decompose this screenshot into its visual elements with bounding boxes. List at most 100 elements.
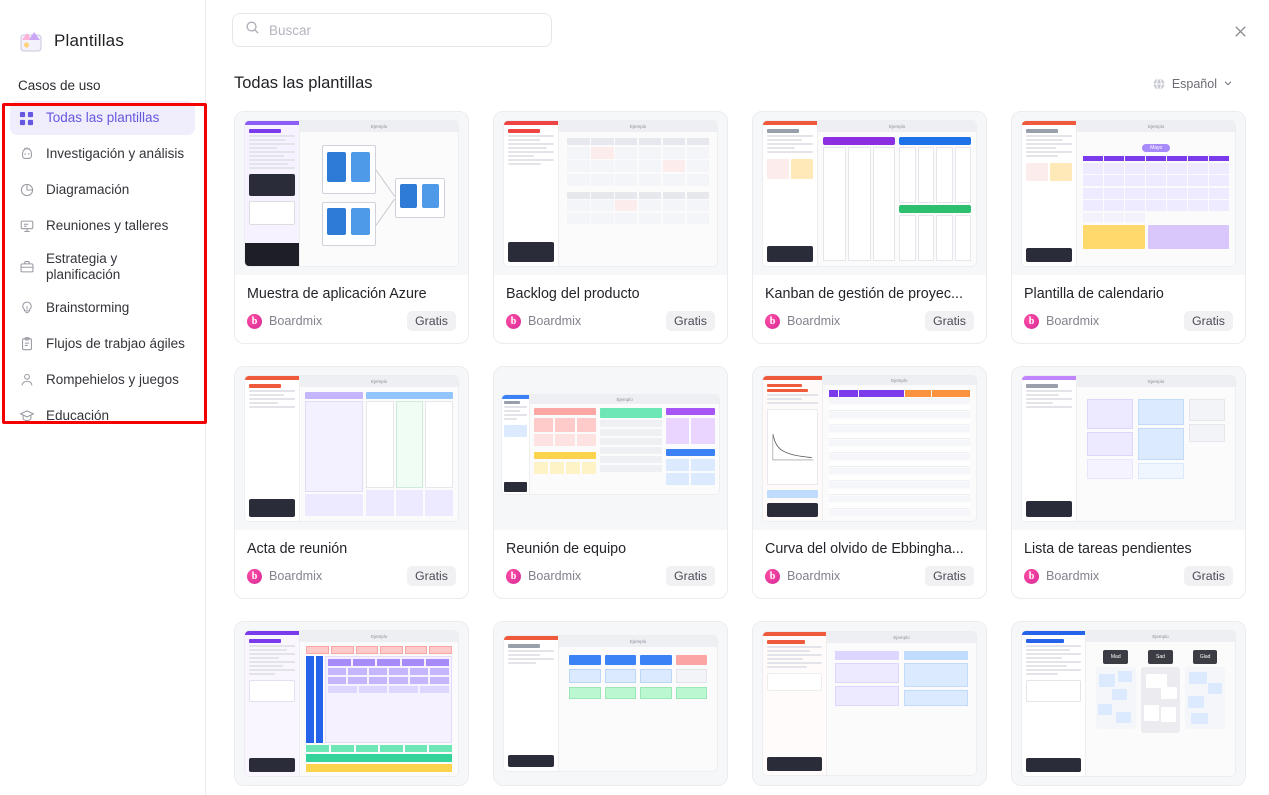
template-thumbnail: Ejemplo: [753, 622, 986, 785]
people-icon: [18, 372, 35, 389]
card-body: Muestra de aplicación Azure b Boardmix G…: [235, 275, 468, 343]
thumb-header-label: Ejemplo: [1077, 376, 1235, 387]
template-thumbnail: Ejemplo: [1012, 367, 1245, 530]
sidebar-item-label: Diagramación: [46, 182, 130, 198]
close-icon[interactable]: [1229, 20, 1251, 42]
topbar: [206, 0, 1269, 60]
thumb-header-label: Ejemplo: [300, 376, 458, 387]
template-card[interactable]: Ejemplo Mayo Plantilla de calendario b B…: [1011, 111, 1246, 344]
sidebar-item-estrategia-y-planificacion[interactable]: Estrategia y planificación: [10, 245, 195, 289]
sidebar-item-label: Flujos de trabjao ágiles: [46, 336, 185, 352]
boardmix-logo-icon: b: [765, 568, 780, 584]
sidebar-item-reuniones-y-talleres[interactable]: Reuniones y talleres: [10, 209, 195, 243]
card-title: Acta de reunión: [247, 541, 348, 557]
sidebar-item-brainstorming[interactable]: Brainstorming: [10, 291, 195, 325]
research-icon: [18, 146, 35, 163]
template-card[interactable]: Ejemplo: [752, 621, 987, 786]
card-body: Curva del olvido de Ebbingha... b Boardm…: [753, 530, 986, 598]
sidebar-item-label: Brainstorming: [46, 300, 130, 316]
column-label-sad: Sad: [1148, 650, 1173, 664]
search-icon: [245, 20, 260, 40]
sidebar-item-investigacion-y-analisis[interactable]: Investigación y análisis: [10, 137, 195, 171]
template-thumbnail: Ejemplo: [494, 367, 727, 530]
template-card[interactable]: Ejemplo: [234, 111, 469, 344]
author-name: Boardmix: [1046, 569, 1100, 583]
card-meta: b Boardmix Gratis: [247, 311, 456, 331]
template-card[interactable]: Ejemplo: [752, 111, 987, 344]
presentation-icon: [18, 218, 35, 235]
template-thumbnail: Ejemplo Mayo: [1012, 112, 1245, 275]
search-box[interactable]: [232, 13, 552, 47]
card-author: b Boardmix: [765, 313, 841, 329]
card-title: Kanban de gestión de proyec...: [765, 286, 963, 302]
price-badge: Gratis: [1183, 311, 1233, 331]
sidebar-nav: Todas las plantillas Investigación y aná…: [0, 101, 205, 433]
column-label-glad: Glad: [1192, 650, 1218, 664]
grid-icon: [18, 110, 35, 127]
template-card[interactable]: Ejemplo Mad Sad Glad: [1011, 621, 1246, 786]
template-card[interactable]: Ejemplo: [493, 111, 728, 344]
price-badge: Gratis: [924, 311, 974, 331]
lightbulb-icon: [18, 300, 35, 317]
content-header: Todas las plantillas Español: [206, 60, 1269, 93]
card-body: Kanban de gestión de proyec... b Boardmi…: [753, 275, 986, 343]
price-badge: Gratis: [1183, 566, 1233, 586]
card-body: Backlog del producto b Boardmix Gratis: [494, 275, 727, 343]
price-badge: Gratis: [665, 311, 715, 331]
sidebar-item-flujos-de-trabajo-agiles[interactable]: Flujos de trabjao ágiles: [10, 327, 195, 361]
boardmix-logo-icon: b: [247, 313, 262, 329]
card-author: b Boardmix: [1024, 568, 1100, 584]
card-author: b Boardmix: [247, 568, 323, 584]
thumb-header-label: Ejemplo: [1085, 631, 1235, 642]
card-meta: b Boardmix Gratis: [506, 566, 715, 586]
main-panel: Todas las plantillas Español: [206, 0, 1269, 795]
template-card[interactable]: Ejemplo: [234, 366, 469, 599]
sidebar-item-rompehielos-y-juegos[interactable]: Rompehielos y juegos: [10, 363, 195, 397]
calendar-month-label: Mayo: [1142, 144, 1171, 152]
language-selector[interactable]: Español: [1152, 77, 1233, 91]
card-author: b Boardmix: [506, 568, 582, 584]
sidebar-item-todas-las-plantillas[interactable]: Todas las plantillas: [10, 101, 195, 135]
thumb-header-label: Ejemplo: [1077, 121, 1235, 132]
brand-title: Plantillas: [54, 31, 125, 50]
boardmix-logo-icon: b: [1024, 313, 1039, 329]
author-name: Boardmix: [269, 569, 323, 583]
template-card[interactable]: Ejemplo: [493, 621, 728, 786]
column-label-mad: Mad: [1103, 650, 1129, 664]
thumb-header-label: Ejemplo: [822, 376, 976, 385]
template-card[interactable]: Ejemplo: [234, 621, 469, 786]
author-name: Boardmix: [528, 569, 582, 583]
template-thumbnail: Ejemplo Mad Sad Glad: [1012, 622, 1245, 785]
clipboard-icon: [18, 336, 35, 353]
author-name: Boardmix: [787, 314, 841, 328]
graduation-cap-icon: [18, 408, 35, 425]
template-thumbnail: Ejemplo: [235, 367, 468, 530]
template-card[interactable]: Ejemplo: [493, 366, 728, 599]
template-card[interactable]: Ejemplo: [752, 366, 987, 599]
section-label: Casos de uso: [18, 78, 101, 93]
template-thumbnail: Ejemplo: [494, 622, 727, 785]
templates-icon: [18, 28, 44, 54]
boardmix-logo-icon: b: [247, 568, 262, 584]
template-thumbnail: Ejemplo: [753, 112, 986, 275]
sidebar-item-label: Estrategia y planificación: [46, 251, 121, 282]
thumb-header-label: Ejemplo: [818, 121, 976, 132]
sidebar-item-educacion[interactable]: Educación: [10, 399, 195, 433]
card-body: Reunión de equipo b Boardmix Gratis: [494, 530, 727, 598]
template-card[interactable]: Ejemplo: [1011, 366, 1246, 599]
card-author: b Boardmix: [765, 568, 841, 584]
search-input[interactable]: [269, 22, 539, 38]
sidebar-item-diagramacion[interactable]: Diagramación: [10, 173, 195, 207]
sidebar-item-label: Todas las plantillas: [46, 110, 160, 126]
sidebar-item-label: Investigación y análisis: [46, 146, 185, 162]
price-badge: Gratis: [924, 566, 974, 586]
author-name: Boardmix: [1046, 314, 1100, 328]
author-name: Boardmix: [787, 569, 841, 583]
card-title: Reunión de equipo: [506, 541, 627, 557]
boardmix-logo-icon: b: [1024, 568, 1039, 584]
thumb-header-label: Ejemplo: [300, 631, 458, 642]
template-thumbnail: Ejemplo: [235, 112, 468, 275]
boardmix-logo-icon: b: [506, 313, 521, 329]
page-title: Todas las plantillas: [234, 74, 373, 92]
template-thumbnail: Ejemplo: [753, 367, 986, 530]
